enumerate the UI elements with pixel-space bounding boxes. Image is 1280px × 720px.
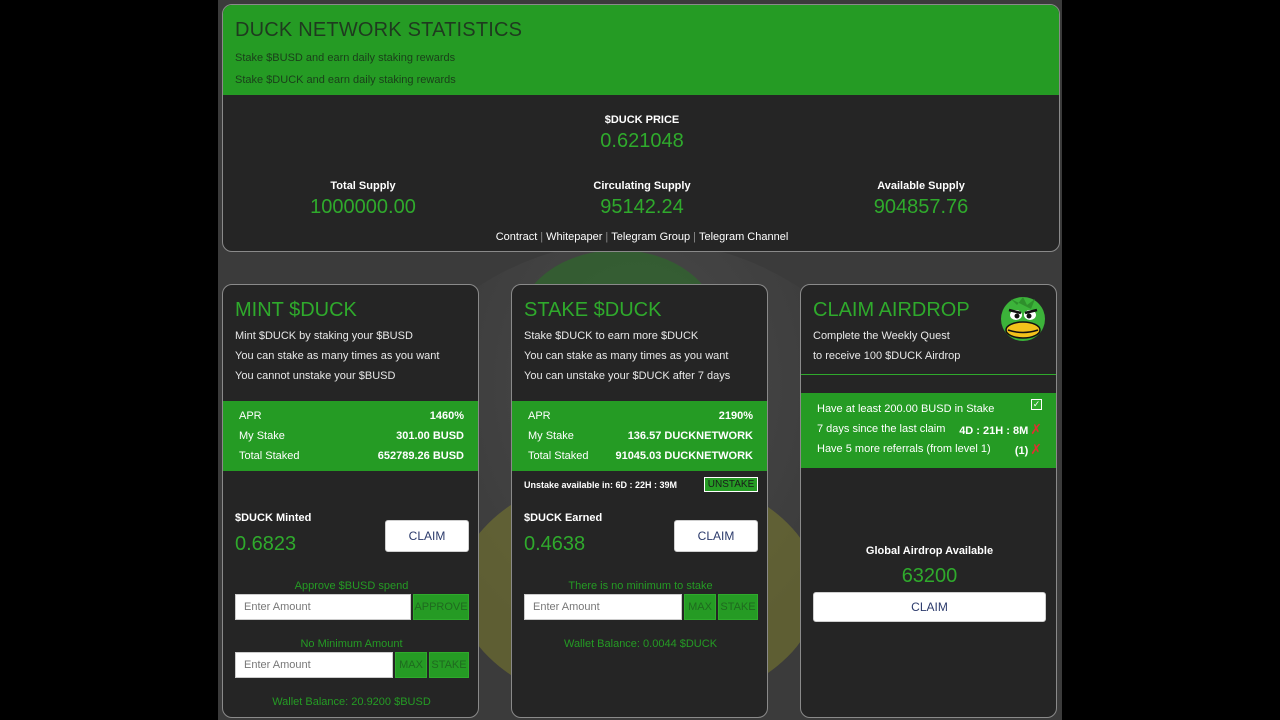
mint-stats: APR 1460% My Stake 301.00 BUSD Total Stake… bbox=[223, 401, 478, 471]
earned-label: $DUCK Earned bbox=[524, 512, 603, 524]
telegram-group-link[interactable]: Telegram Group bbox=[611, 231, 690, 243]
price-label: $DUCK PRICE bbox=[604, 114, 680, 126]
approve-amount-input[interactable]: Enter Amount bbox=[235, 594, 411, 620]
stake-amount-input[interactable]: Enter Amount bbox=[524, 594, 682, 620]
airdrop-card: CLAIM AIRDROP Complete the Weekly Quest … bbox=[800, 284, 1057, 718]
mint-claim-button[interactable]: CLAIM bbox=[385, 520, 469, 552]
quest-value: 4D : 21H : 8M bbox=[959, 425, 1029, 437]
stat-value: 652789.26 BUSD bbox=[377, 450, 464, 462]
unstake-button[interactable]: UNSTAKE bbox=[704, 477, 758, 492]
total-supply-block: Total Supply 1000000.00 bbox=[263, 180, 463, 219]
stake-minimum-note: No Minimum Amount bbox=[300, 638, 403, 650]
stat-value: 301.00 BUSD bbox=[396, 430, 464, 442]
airdrop-line: to receive 100 $DUCK Airdrop bbox=[813, 350, 961, 362]
stat-value: 136.57 DUCKNETWORK bbox=[627, 430, 753, 442]
mint-stake-amount-input[interactable]: Enter Amount bbox=[235, 652, 393, 678]
statistics-header: DUCK NETWORK STATISTICS Stake $BUSD and … bbox=[223, 5, 1059, 95]
header-subtitle: Stake $BUSD and earn daily staking rewar… bbox=[235, 52, 456, 64]
stat-value: 1460% bbox=[429, 410, 464, 422]
stat-label: APR bbox=[239, 410, 262, 422]
mint-wallet-balance: Wallet Balance: 20.9200 $BUSD bbox=[272, 696, 431, 708]
stat-row: APR 1460% bbox=[223, 406, 478, 426]
telegram-channel-link[interactable]: Telegram Channel bbox=[699, 231, 788, 243]
stat-value: 91045.03 DUCKNETWORK bbox=[615, 450, 753, 462]
mint-line: You can stake as many times as you want bbox=[235, 350, 440, 362]
circulating-supply-label: Circulating Supply bbox=[593, 180, 691, 192]
price-block: $DUCK PRICE 0.621048 bbox=[223, 114, 1059, 153]
quest-label: Have 5 more referrals (from level 1) bbox=[817, 443, 991, 455]
mint-line: You cannot unstake your $BUSD bbox=[235, 370, 396, 382]
stat-row: Total Staked 91045.03 DUCKNETWORK bbox=[512, 446, 767, 466]
quest-value: (1) bbox=[1014, 445, 1029, 457]
cross-icon: ✗ bbox=[1030, 441, 1042, 457]
network-statistics-card: DUCK NETWORK STATISTICS Stake $BUSD and … bbox=[222, 4, 1060, 252]
header-subtitle: Stake $DUCK and earn daily staking rewar… bbox=[235, 74, 456, 86]
total-supply-label: Total Supply bbox=[330, 180, 396, 192]
mint-stake-button[interactable]: STAKE bbox=[429, 652, 469, 678]
stat-label: My Stake bbox=[528, 430, 574, 442]
total-supply-value: 1000000.00 bbox=[310, 196, 416, 218]
duck-mascot-icon bbox=[997, 293, 1049, 345]
stat-label: Total Staked bbox=[239, 450, 300, 462]
stat-label: APR bbox=[528, 410, 551, 422]
stake-line: You can unstake your $DUCK after 7 days bbox=[524, 370, 731, 382]
stake-wallet-balance: Wallet Balance: 0.0044 $DUCK bbox=[563, 638, 718, 650]
earned-value: 0.4638 bbox=[524, 533, 586, 555]
mint-line: Mint $DUCK by staking your $BUSD bbox=[235, 330, 413, 342]
mint-title: MINT $DUCK bbox=[235, 299, 357, 321]
stake-title: STAKE $DUCK bbox=[524, 299, 662, 321]
mint-card: MINT $DUCK Mint $DUCK by staking your $B… bbox=[222, 284, 479, 718]
stake-line: Stake $DUCK to earn more $DUCK bbox=[524, 330, 699, 342]
stake-card: STAKE $DUCK Stake $DUCK to earn more $DU… bbox=[511, 284, 768, 718]
circulating-supply-block: Circulating Supply 95142.24 bbox=[542, 180, 742, 219]
footer-links: Contract | Whitepaper | Telegram Group | Teleg… bbox=[495, 231, 789, 243]
available-supply-value: 904857.76 bbox=[873, 196, 969, 218]
quest-row: Have at least 200.00 BUSD in Stake ✓ bbox=[801, 399, 1056, 419]
stat-label: My Stake bbox=[239, 430, 285, 442]
background-stage: DUCK NETWORK STATISTICS Stake $BUSD and … bbox=[218, 0, 1062, 720]
check-icon: ✓ bbox=[1031, 399, 1042, 410]
stat-row: My Stake 136.57 DUCKNETWORK bbox=[512, 426, 767, 446]
stake-stats: APR 2190% My Stake 136.57 DUCKNETWORK Tota… bbox=[512, 401, 767, 471]
global-airdrop-value: 63200 bbox=[901, 565, 958, 587]
contract-link[interactable]: Contract bbox=[496, 231, 538, 243]
approve-note: Approve $BUSD spend bbox=[294, 580, 409, 592]
whitepaper-link[interactable]: Whitepaper bbox=[546, 231, 602, 243]
price-value: 0.621048 bbox=[600, 130, 684, 152]
approve-button[interactable]: APPROVE bbox=[413, 594, 469, 620]
stake-max-button[interactable]: MAX bbox=[684, 594, 716, 620]
minted-value: 0.6823 bbox=[235, 533, 297, 555]
stake-stake-button[interactable]: STAKE bbox=[718, 594, 758, 620]
quest-row: 7 days since the last claim 4D : 21H : 8… bbox=[801, 419, 1056, 439]
mint-max-button[interactable]: MAX bbox=[395, 652, 427, 678]
stat-row: APR 2190% bbox=[512, 406, 767, 426]
global-airdrop-label: Global Airdrop Available bbox=[865, 545, 994, 557]
page-title: DUCK NETWORK STATISTICS bbox=[235, 19, 523, 41]
stake-claim-button[interactable]: CLAIM bbox=[674, 520, 758, 552]
stat-label: Total Staked bbox=[528, 450, 589, 462]
unstake-countdown: Unstake available in: 6D : 22H : 39M bbox=[524, 480, 678, 490]
stake-line: You can stake as many times as you want bbox=[524, 350, 729, 362]
minted-label: $DUCK Minted bbox=[235, 512, 312, 524]
stat-row: My Stake 301.00 BUSD bbox=[223, 426, 478, 446]
stake-minimum-note: There is no minimum to stake bbox=[568, 580, 713, 592]
airdrop-claim-button[interactable]: CLAIM bbox=[813, 592, 1046, 622]
available-supply-label: Available Supply bbox=[877, 180, 965, 192]
quest-label: Have at least 200.00 BUSD in Stake bbox=[817, 403, 995, 415]
cross-icon: ✗ bbox=[1030, 421, 1042, 437]
stat-row: Total Staked 652789.26 BUSD bbox=[223, 446, 478, 466]
quest-label: 7 days since the last claim bbox=[817, 423, 946, 435]
available-supply-block: Available Supply 904857.76 bbox=[821, 180, 1021, 219]
quest-list: Have at least 200.00 BUSD in Stake ✓ 7 d… bbox=[801, 393, 1056, 468]
circulating-supply-value: 95142.24 bbox=[600, 196, 684, 218]
stat-value: 2190% bbox=[718, 410, 753, 422]
quest-row: Have 5 more referrals (from level 1) (1)… bbox=[801, 439, 1056, 459]
